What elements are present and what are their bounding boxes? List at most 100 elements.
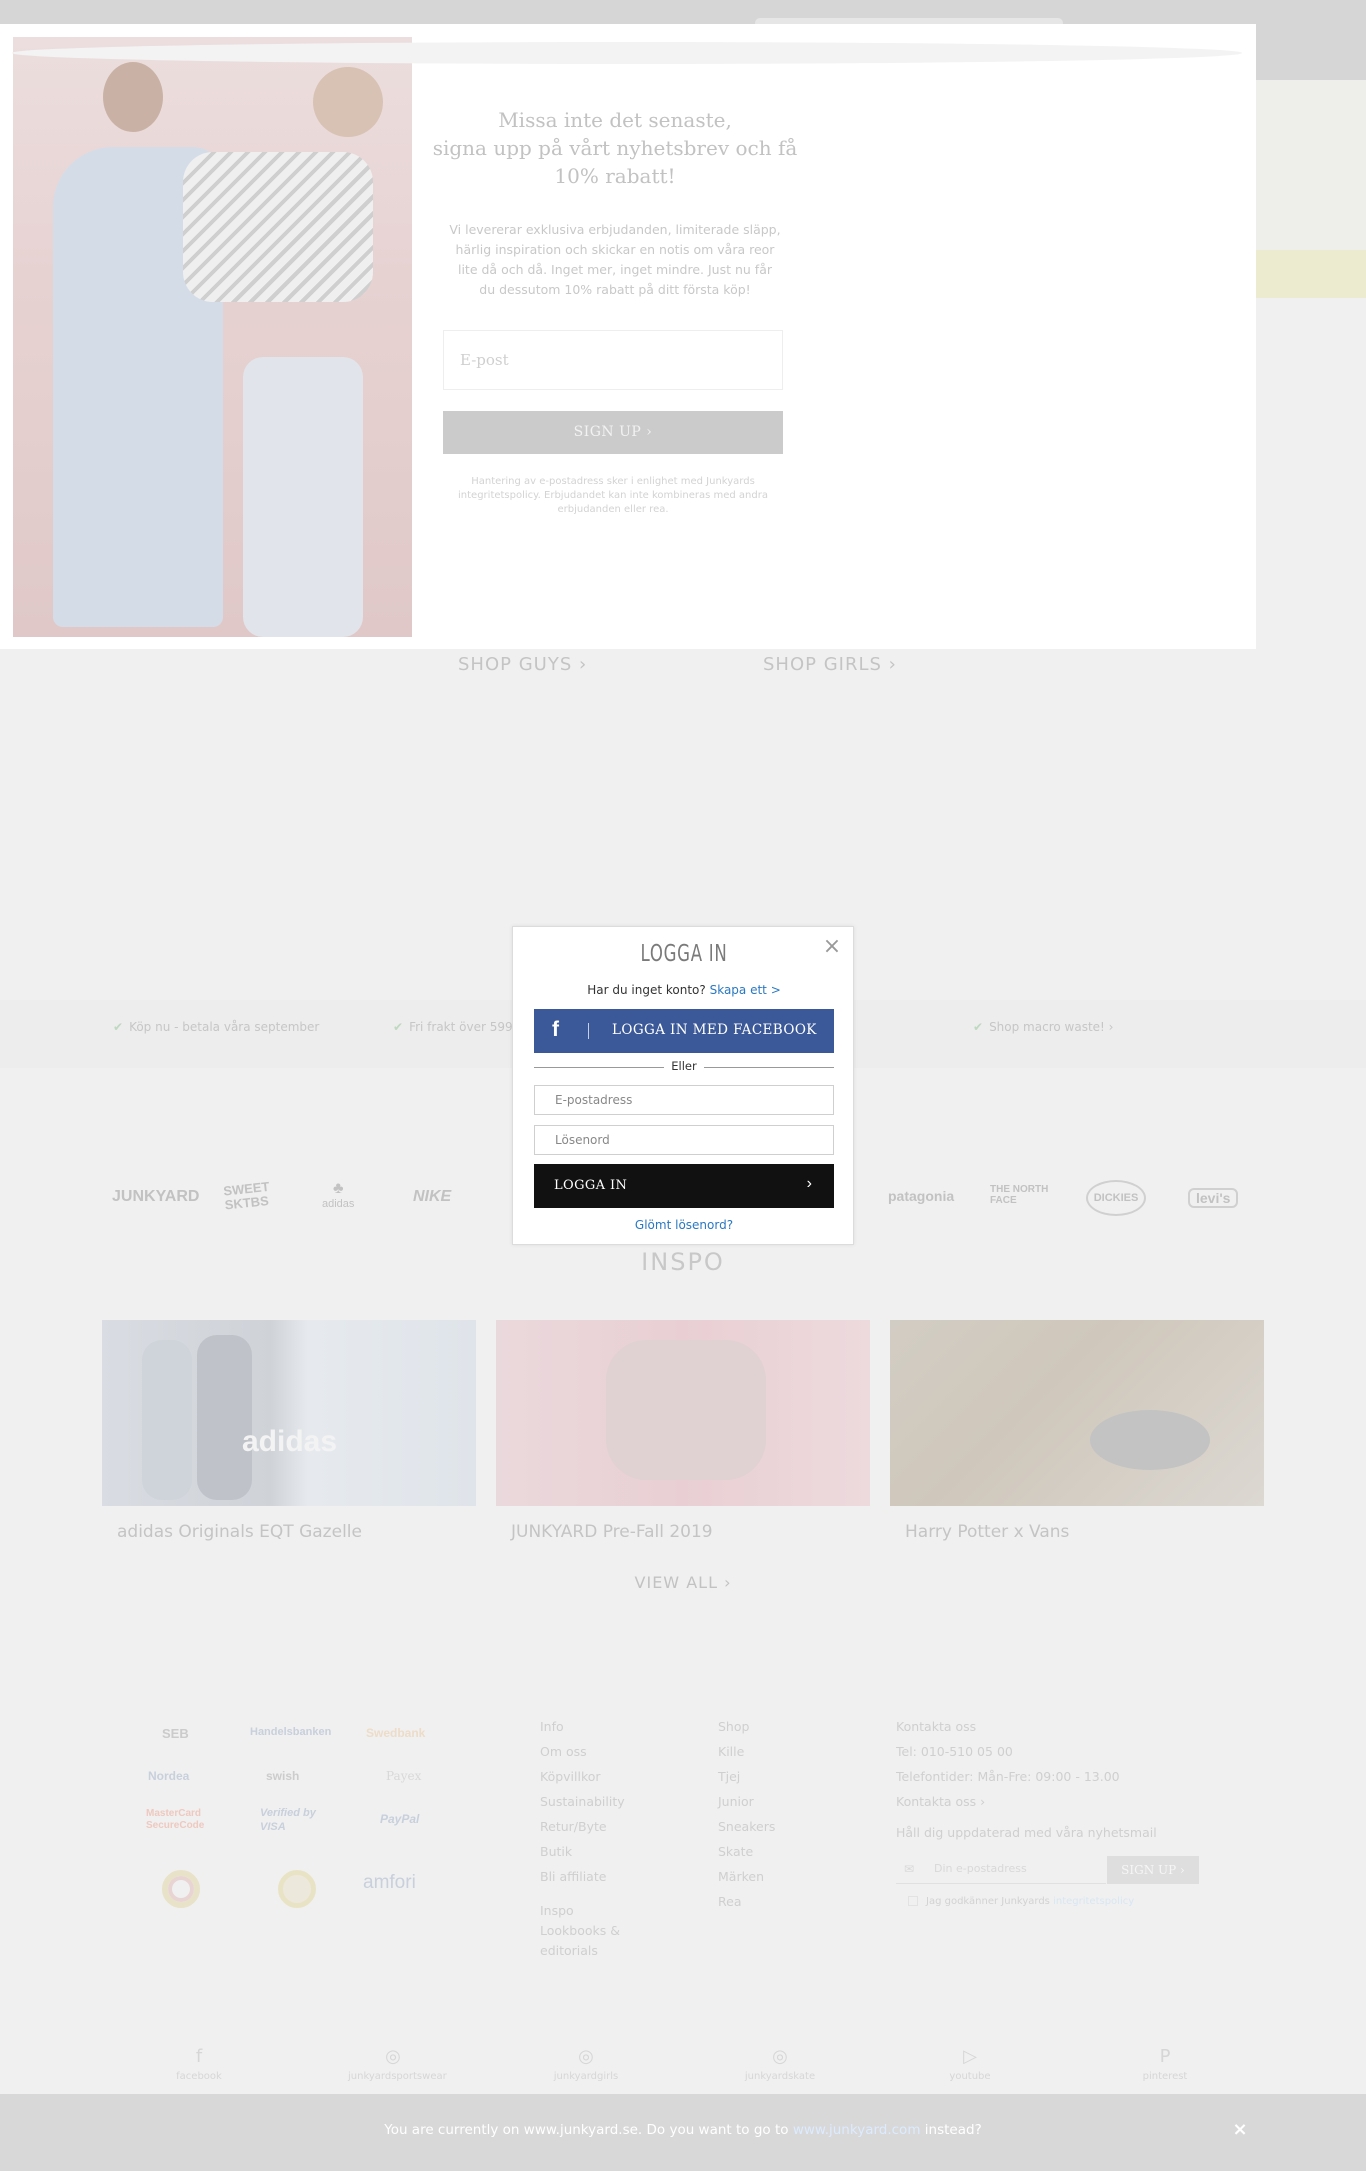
footer-info-heading: Info xyxy=(540,1719,564,1734)
facebook-icon: f xyxy=(552,1018,559,1041)
login-submit-button[interactable]: LOGGA IN › xyxy=(534,1164,834,1208)
forgot-password-link[interactable]: Glömt lösenord? xyxy=(513,1218,855,1232)
footer-consent[interactable]: Jag godkänner Junkyards integritetspolic… xyxy=(908,1896,1134,1907)
model-figure xyxy=(183,152,373,302)
adidas-trefoil-icon: ♣ xyxy=(332,1180,344,1197)
view-all-link[interactable]: VIEW ALL › xyxy=(0,1573,1366,1592)
login-no-account: Har du inget konto? Skapa ett > xyxy=(587,983,781,997)
newsletter-headline: Missa inte det senaste, signa upp på vår… xyxy=(432,108,798,188)
instagram-icon: ◎ xyxy=(578,2046,594,2067)
newsletter-signup-button[interactable]: SIGN UP › xyxy=(443,411,783,454)
login-modal: LOGGA IN × Har du inget konto? Skapa ett… xyxy=(512,926,854,1245)
adidas-logo-text: adidas xyxy=(242,1425,338,1458)
usp-item: ✔ Fri frakt över 599 xyxy=(393,1020,513,1034)
brand-logo-levis[interactable]: levi's xyxy=(1188,1188,1239,1208)
footer-link[interactable]: Butik xyxy=(540,1839,625,1864)
inspo-shoe xyxy=(1090,1410,1210,1470)
facebook-login-label: LOGGA IN MED FACEBOOK xyxy=(612,1022,817,1038)
redirect-message: You are currently on www.junkyard.se. Do… xyxy=(384,2122,982,2138)
consent-checkbox[interactable] xyxy=(908,1896,918,1906)
footer-email-input[interactable]: ✉ Din e-postadress xyxy=(896,1856,1106,1884)
top-bar xyxy=(0,0,1366,24)
footer-link[interactable]: Lookbooks & xyxy=(540,1921,625,1941)
brand-logo-adidas[interactable]: ♣ adidas xyxy=(322,1180,354,1210)
usp-item[interactable]: ✔ Shop macro waste! › xyxy=(973,1020,1113,1034)
footer-link[interactable]: editorials xyxy=(540,1941,625,1961)
footer-newsletter-label: Håll dig uppdaterad med våra nyhetsmail xyxy=(896,1825,1157,1840)
inspo-card-adidas[interactable]: adidas xyxy=(102,1320,476,1506)
footer-link[interactable]: Skate xyxy=(718,1839,775,1864)
brand-logo-dickies[interactable]: DICKIES xyxy=(1086,1180,1146,1216)
inspo-card-prefall[interactable] xyxy=(496,1320,870,1506)
footer-link[interactable]: Sustainability xyxy=(540,1789,625,1814)
footer-link[interactable]: Rea xyxy=(718,1889,775,1914)
pinterest-icon: P xyxy=(1159,2046,1171,2067)
inspo-caption[interactable]: JUNKYARD Pre-Fall 2019 xyxy=(511,1522,713,1542)
social-instagram[interactable]: ◎ junkyardsportswear xyxy=(348,2046,447,2082)
brand-logo-sweet-sktbs[interactable]: SWEET SKTBS xyxy=(223,1179,276,1213)
usp-item: ✔ Köp nu - betala våra september xyxy=(113,1020,320,1034)
footer-link[interactable]: Om oss xyxy=(540,1739,625,1764)
site-redirect-bar: You are currently on www.junkyard.se. Do… xyxy=(0,2094,1366,2171)
social-facebook[interactable]: f facebook xyxy=(154,2046,244,2082)
footer-hours: Telefontider: Mån-Fre: 09:00 - 13.00 xyxy=(896,1769,1120,1784)
redirect-link[interactable]: www.junkyard.com xyxy=(793,2122,921,2138)
footer-signup-button[interactable]: SIGN UP › xyxy=(1107,1856,1199,1884)
footer-contact-link[interactable]: Kontakta oss › xyxy=(896,1789,1157,1814)
footer-link[interactable]: Märken xyxy=(718,1864,775,1889)
model-figure xyxy=(103,62,163,132)
footer-shop-heading: Shop xyxy=(718,1719,750,1734)
header-right-strip xyxy=(1256,24,1366,80)
newsletter-top-band xyxy=(12,42,1242,64)
inspo-caption[interactable]: adidas Originals EQT Gazelle xyxy=(117,1522,362,1542)
login-password-input[interactable]: Lösenord xyxy=(534,1125,834,1155)
payment-logo-swedbank: Swedbank xyxy=(366,1726,426,1740)
inspo-caption[interactable]: Harry Potter x Vans xyxy=(905,1522,1069,1542)
footer-link[interactable]: Köpvillkor xyxy=(540,1764,625,1789)
payment-logo-payex: Payex xyxy=(386,1769,422,1783)
privacy-policy-link[interactable]: integritetspolicy xyxy=(1053,1896,1134,1907)
facebook-login-button[interactable]: f LOGGA IN MED FACEBOOK xyxy=(534,1009,834,1053)
footer-link[interactable]: Retur/Byte xyxy=(540,1814,625,1839)
check-icon: ✔ xyxy=(113,1020,124,1034)
close-icon[interactable]: × xyxy=(820,935,844,959)
footer-link[interactable]: Junior xyxy=(718,1789,775,1814)
newsletter-email-input[interactable]: E-post xyxy=(443,330,783,390)
social-pinterest[interactable]: Ppinterest xyxy=(1120,2046,1210,2082)
footer-link[interactable]: Kille xyxy=(718,1739,775,1764)
model-figure xyxy=(313,67,383,137)
brand-logo-the-north-face[interactable]: THE NORTH FACE xyxy=(990,1184,1050,1206)
inspo-title: INSPO xyxy=(641,1248,725,1276)
payment-logo-visa: Verified by VISA xyxy=(260,1807,316,1833)
social-youtube[interactable]: ▷ youtube xyxy=(925,2046,1015,2082)
facebook-icon: f xyxy=(195,2046,203,2067)
chevron-right-icon: › xyxy=(806,1175,812,1192)
footer-shop-column: Shop Kille Tjej Junior Sneakers Skate Mä… xyxy=(718,1714,775,1914)
brand-logo-junkyard[interactable]: JUNKYARD xyxy=(112,1188,199,1206)
social-instagram[interactable]: ◎ junkyardgirls xyxy=(541,2046,631,2082)
footer-link[interactable]: Sneakers xyxy=(718,1814,775,1839)
footer-link[interactable]: Bli affiliate xyxy=(540,1864,625,1889)
brand-logo-patagonia[interactable]: patagonia xyxy=(888,1188,954,1204)
check-icon: ✔ xyxy=(973,1020,984,1034)
login-submit-label: LOGGA IN xyxy=(554,1178,628,1193)
login-email-input[interactable]: E-postadress xyxy=(534,1085,834,1115)
instagram-icon: ◎ xyxy=(385,2046,401,2067)
inspo-figure xyxy=(142,1340,192,1500)
payment-logo-seb: SEB xyxy=(162,1726,189,1741)
shop-guys-link[interactable]: SHOP GUYS › xyxy=(458,654,587,675)
shop-girls-link[interactable]: SHOP GIRLS › xyxy=(763,654,897,675)
inspo-card-harry-potter[interactable] xyxy=(890,1320,1264,1506)
brand-logo-nike[interactable]: NIKE xyxy=(413,1188,451,1206)
youtube-icon: ▷ xyxy=(963,2046,977,2067)
model-figure xyxy=(243,357,363,637)
certification-badge xyxy=(278,1870,316,1908)
newsletter-fineprint: Hantering av e-postadress sker i enlighe… xyxy=(458,476,768,515)
newsletter-body: Vi levererar exklusiva erbjudanden, limi… xyxy=(449,222,781,297)
create-account-link[interactable]: Skapa ett > xyxy=(710,983,781,997)
button-divider xyxy=(588,1023,589,1039)
footer-link[interactable]: Tjej xyxy=(718,1764,775,1789)
social-instagram[interactable]: ◎ junkyardskate xyxy=(735,2046,825,2082)
close-icon[interactable]: × xyxy=(1226,2116,1254,2144)
inspo-figure xyxy=(606,1340,766,1480)
